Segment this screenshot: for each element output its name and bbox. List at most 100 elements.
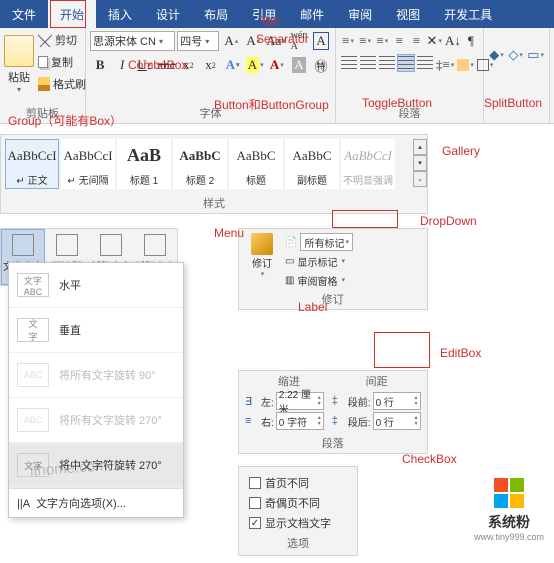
enclose-char-button[interactable]: A	[311, 30, 331, 52]
numbering-button[interactable]: ≡▾	[357, 30, 373, 52]
chevron-down-icon[interactable]: ▾	[413, 155, 427, 171]
tab-review[interactable]: 审阅	[336, 0, 384, 28]
cut-button[interactable]: 剪切	[36, 30, 88, 50]
clipboard-group-label: 剪贴板	[4, 103, 81, 123]
reviewing-pane-button[interactable]: ▥审阅窗格▾	[285, 271, 353, 289]
tab-insert[interactable]: 插入	[96, 0, 144, 28]
rotate90-icon: ABC	[17, 363, 49, 387]
anno-gallery: Gallery	[442, 144, 480, 158]
underline-button[interactable]: U▾	[134, 54, 154, 76]
tab-developer[interactable]: 开发工具	[432, 0, 504, 28]
indent-left-edit[interactable]: 2.22 厘米▴▾	[276, 392, 324, 410]
indent-right-icon: ≡	[245, 414, 259, 428]
spacing-header: 间距	[333, 373, 421, 389]
chevron-down-icon: ▾	[17, 85, 21, 94]
indent-left-icon: ∃	[245, 394, 259, 408]
enclose-circle-button[interactable]: ㊕	[311, 54, 331, 76]
replace-button[interactable]: ◇▾	[507, 44, 524, 66]
expand-icon[interactable]: ⌄	[413, 171, 427, 187]
show-markup-button[interactable]: ▭显示标记▾	[285, 252, 353, 270]
multilevel-list-button[interactable]: ≡▾	[374, 30, 390, 52]
bold-button[interactable]: B	[90, 54, 110, 76]
highlight-button[interactable]: A▾	[245, 54, 265, 76]
style-item[interactable]: AaB标题 1	[117, 139, 171, 189]
styles-gallery-panel: AaBbCcI↵ 正文 AaBbCcI↵ 无间隔 AaB标题 1 AaBbC标题…	[0, 134, 428, 214]
show-text-checkbox[interactable]: ✓	[249, 517, 261, 529]
font-family-combo[interactable]: 思源宋体 CN▾	[90, 31, 175, 51]
markup-dropdown[interactable]: 所有标记▾	[300, 233, 353, 251]
justify-button[interactable]	[397, 54, 415, 72]
indent-right-edit[interactable]: 0 字符▴▾	[276, 412, 324, 430]
first-page-checkbox[interactable]	[249, 477, 261, 489]
space-after-icon: ‡	[332, 414, 346, 428]
align-left-button[interactable]	[340, 54, 358, 72]
microsoft-logo-icon	[494, 478, 524, 508]
tab-mailings[interactable]: 邮件	[288, 0, 336, 28]
pen-icon	[251, 233, 273, 255]
line-spacing-button[interactable]: ‡≡▾	[435, 54, 455, 76]
phonetic-guide-button[interactable]: wénA	[289, 30, 309, 52]
space-before-edit[interactable]: 0 行▴▾	[373, 392, 421, 410]
vertical-icon: 文字	[17, 318, 49, 342]
tab-references[interactable]: 引用	[240, 0, 288, 28]
chevron-up-icon[interactable]: ▴	[413, 139, 427, 155]
tab-view[interactable]: 视图	[384, 0, 432, 28]
sort-button[interactable]: A↓	[444, 30, 462, 52]
increase-indent-button[interactable]: ≡	[408, 30, 424, 52]
menu-item-options[interactable]: ||A文字方向选项(X)...	[9, 488, 183, 517]
font-size-combo[interactable]: 四号▾	[177, 31, 219, 51]
tab-design[interactable]: 设计	[144, 0, 192, 28]
left-label: 左:	[261, 394, 274, 409]
tab-layout[interactable]: 布局	[192, 0, 240, 28]
decrease-indent-button[interactable]: ≡	[391, 30, 407, 52]
subscript-button[interactable]: x2	[178, 54, 198, 76]
style-item[interactable]: AaBbCcI不明显强调	[341, 139, 395, 189]
change-case-button[interactable]: Aa▾	[265, 30, 287, 52]
style-item[interactable]: AaBbC标题	[229, 139, 283, 189]
menu-item-horizontal[interactable]: 文字 ABC水平	[9, 263, 183, 308]
style-item[interactable]: AaBbCcI↵ 正文	[5, 139, 59, 189]
asian-layout-button[interactable]: ✕▾	[426, 30, 443, 52]
show-marks-button[interactable]: ¶	[463, 30, 479, 52]
menu-item-asian-270[interactable]: 文字将中文字符旋转 270°	[9, 443, 183, 488]
italic-button[interactable]: I	[112, 54, 132, 76]
rotate270-icon: ABC	[17, 408, 49, 432]
shading-button[interactable]: ▾	[456, 54, 475, 76]
paste-button[interactable]: 粘贴 ▾	[4, 30, 34, 98]
char-shading-button[interactable]: A	[289, 54, 309, 76]
style-item[interactable]: AaBbC标题 2	[173, 139, 227, 189]
grow-font-button[interactable]: A▴	[221, 30, 241, 52]
shrink-font-button[interactable]: A▾	[243, 30, 263, 52]
styles-gallery[interactable]: AaBbCcI↵ 正文 AaBbCcI↵ 无间隔 AaB标题 1 AaBbC标题…	[1, 135, 427, 193]
format-painter-button[interactable]: 格式刷	[36, 74, 88, 94]
track-changes-button[interactable]: 修订 ▾	[245, 233, 279, 289]
asian270-icon: 文字	[17, 453, 49, 477]
tab-file[interactable]: 文件	[0, 0, 48, 28]
horizontal-icon: 文字 ABC	[17, 273, 49, 297]
space-after-edit[interactable]: 0 行▴▾	[373, 412, 421, 430]
menu-item-rotate-90: ABC将所有文字旋转 90°	[9, 353, 183, 398]
text-effects-button[interactable]: A▾	[223, 54, 243, 76]
menu-item-vertical[interactable]: 文字垂直	[9, 308, 183, 353]
style-item[interactable]: AaBbCcI↵ 无间隔	[61, 139, 115, 189]
group-font: 思源宋体 CN▾ 四号▾ A▴ A▾ Aa▾ wénA A B I U▾ abc…	[86, 28, 336, 123]
paste-label: 粘贴	[8, 69, 30, 85]
strikethrough-button[interactable]: abc	[156, 54, 176, 76]
options-panel: 首页不同 奇偶页不同 ✓显示文档文字 选项	[238, 466, 358, 556]
copy-button[interactable]: 复制	[36, 52, 88, 72]
display-icon: 📄	[285, 237, 297, 248]
select-button[interactable]: ▭▾	[526, 44, 545, 66]
style-item[interactable]: AaBbC副标题	[285, 139, 339, 189]
superscript-button[interactable]: x2	[200, 54, 220, 76]
before-label: 段前:	[348, 394, 371, 409]
group-paragraph: ≡▾ ≡▾ ≡▾ ≡ ≡ ✕▾ A↓ ¶ ‡≡▾ ▾ ▾ 段落	[336, 28, 484, 123]
bullets-button[interactable]: ≡▾	[340, 30, 356, 52]
tab-home[interactable]: 开始	[48, 0, 96, 28]
gallery-spinner[interactable]: ▴▾⌄	[413, 139, 427, 187]
distributed-button[interactable]	[416, 54, 434, 72]
odd-even-checkbox[interactable]	[249, 497, 261, 509]
align-right-button[interactable]	[378, 54, 396, 72]
find-button[interactable]: ◆▾	[488, 44, 505, 66]
font-color-button[interactable]: A▾	[267, 54, 287, 76]
align-center-button[interactable]	[359, 54, 377, 72]
